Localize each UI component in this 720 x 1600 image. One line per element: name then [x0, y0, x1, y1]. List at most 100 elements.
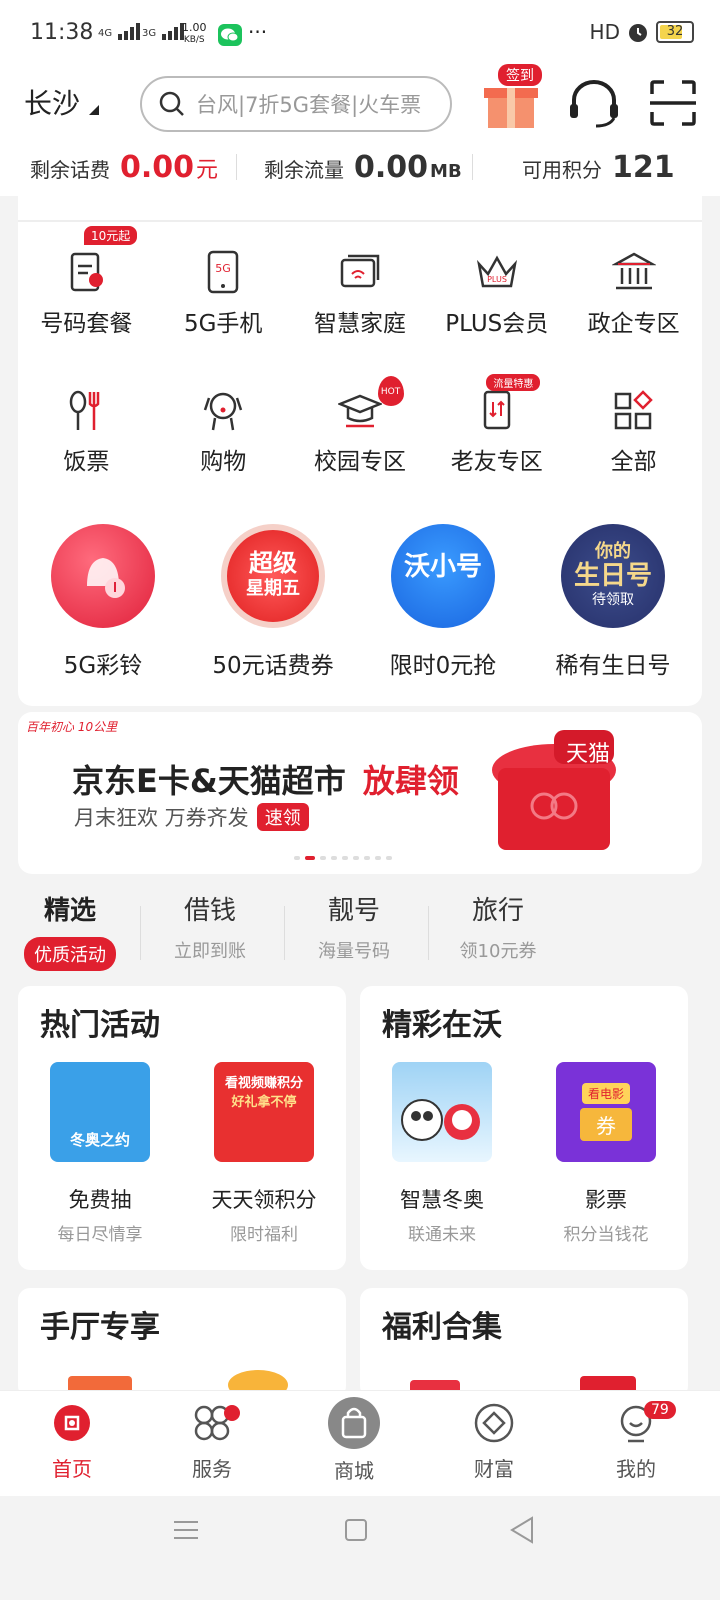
phone-5g-icon-text: 5G [215, 262, 231, 275]
tab-lucky-number[interactable]: 靓号 海量号码 [284, 890, 424, 963]
grid-item-campus[interactable]: HOT 校园专区 [292, 376, 429, 476]
promo-label: 限时0元抢 [389, 653, 497, 679]
wealth-diamond-icon [474, 1403, 514, 1443]
status-bar: 11:38 4G 3G 1.00 KB/S ··· HD 32 [0, 0, 720, 70]
sim-plan-icon [71, 252, 104, 292]
grid-item-label: 号码套餐 [40, 311, 133, 337]
service-grid-row-1: 10元起 号码套餐 5G 5G手机 智慧家庭 PLUS PLUS会员 政企专区 [18, 226, 702, 338]
grid-item-smart-home[interactable]: 智慧家庭 [292, 250, 429, 338]
image-caption: 看视频赚积分 [224, 1076, 303, 1091]
signin-gift-button[interactable]: 签到 [482, 64, 542, 130]
banner-subline: 月末狂欢 万券齐发 速领 [74, 802, 309, 832]
pagination-dot [320, 856, 326, 860]
promo-label: 5G彩铃 [63, 653, 143, 679]
panel-item-name: 智慧冬奥 [400, 1188, 484, 1212]
panel-welfare-collection: 福利合集 [360, 1288, 688, 1398]
grid-item-label: 政企专区 [587, 311, 680, 337]
back-triangle-icon[interactable] [508, 1516, 536, 1544]
grid-item-government[interactable]: 政企专区 [565, 250, 702, 338]
pagination-dot [331, 856, 337, 860]
signal-4g-icon: 4G [98, 22, 142, 42]
pagination-dot [375, 856, 381, 860]
panel-item-name: 影票 [585, 1188, 627, 1212]
grid-item-label: 智慧家庭 [313, 311, 406, 337]
balance-fee[interactable]: 剩余话费 0.00 元 [30, 150, 218, 185]
nav-label: 我的 [616, 1457, 656, 1481]
panel-item-desc: 每日尽情享 [57, 1225, 143, 1245]
grid-item-label: PLUS会员 [445, 311, 549, 337]
unicom-home-icon [54, 1405, 90, 1441]
balance-points[interactable]: 可用积分 121 [522, 150, 675, 185]
super-friday-badge: 超级 星期五 [221, 524, 325, 628]
panel-hot-activities: 热门活动 冬奥之约 免费抽 每日尽情享 看视频赚积分 好礼拿不停 天天领积分 限… [18, 986, 346, 1270]
grid-item-label: 5G手机 [183, 311, 263, 337]
service-grid-row-2: 饭票 购物 HOT 校园专区 流量特惠 老友专区 全部 [18, 374, 702, 476]
customer-service-icon[interactable] [566, 78, 622, 128]
birthday-number-badge: 你的 生日号 待领取 [561, 524, 665, 628]
panel-item-daily-points[interactable]: 看视频赚积分 好礼拿不停 天天领积分 限时福利 [182, 1062, 346, 1245]
divider [18, 220, 702, 222]
shopping-bag-icon [328, 1397, 380, 1449]
menu-icon[interactable] [172, 1516, 200, 1544]
panel-wonderful-wo: 精彩在沃 智慧冬奥 联通未来 看电影 券 影票 积分当钱花 [360, 986, 688, 1270]
movie-ticket-image: 看电影 券 [556, 1062, 656, 1162]
panel-item-smart-olympics[interactable]: 智慧冬奥 联通未来 [360, 1062, 524, 1245]
banner-headline: 京东E卡&天猫超市 放肆领 [72, 756, 459, 802]
city-selector[interactable]: 长沙 [24, 82, 99, 122]
grid-item-meal-ticket[interactable]: 饭票 [18, 388, 155, 476]
panel-item-free-draw[interactable]: 冬奥之约 免费抽 每日尽情享 [18, 1062, 182, 1245]
grid-item-5g-phone[interactable]: 5G 5G手机 [155, 250, 292, 338]
grid-item-number-plan[interactable]: 10元起 号码套餐 [18, 226, 155, 338]
grid-item-all[interactable]: 全部 [565, 388, 702, 476]
network-4g-label: 4G [98, 28, 113, 39]
tab-selected[interactable]: 精选 优质活动 [0, 890, 140, 971]
balance-data[interactable]: 剩余流量 0.00 MB [264, 150, 462, 185]
tab-travel[interactable]: 旅行 领10元券 [428, 890, 568, 963]
grid-tag: 流量特惠 [486, 374, 541, 391]
nav-mall[interactable]: 商城 [282, 1397, 426, 1484]
nav-mine[interactable]: 79 我的 [564, 1401, 708, 1482]
tab-title: 旅行 [471, 896, 524, 926]
hd-indicator: HD [589, 20, 620, 44]
promo-birthday-number[interactable]: 你的 生日号 待领取 稀有生日号 [528, 524, 698, 680]
panel-item-desc: 联通未来 [408, 1225, 476, 1245]
panel-item-movie-ticket[interactable]: 看电影 券 影票 积分当钱花 [524, 1062, 688, 1245]
nav-label: 服务 [192, 1457, 232, 1481]
signal-3g-icon: 3G [142, 22, 186, 42]
signin-badge: 签到 [498, 64, 542, 86]
grid-item-shopping[interactable]: 购物 [155, 388, 292, 476]
promo-free-number[interactable]: 沃小号 限时0元抢 [358, 524, 528, 680]
banner-claim-button[interactable]: 速领 [256, 803, 309, 831]
promo-5g-ringtone[interactable]: 5G彩铃 [18, 524, 188, 680]
crown-icon-text: PLUS [487, 275, 507, 284]
image-caption: 冬奥之约 [69, 1131, 130, 1149]
grid-item-old-friend[interactable]: 流量特惠 老友专区 [428, 374, 565, 476]
pagination-dot [353, 856, 359, 860]
all-apps-icon [614, 390, 653, 430]
panel-item-name: 免费抽 [68, 1188, 132, 1212]
nav-home[interactable]: 首页 [0, 1401, 144, 1482]
nav-service[interactable]: 服务 [140, 1401, 284, 1482]
scan-icon[interactable] [648, 78, 698, 128]
tab-borrow[interactable]: 借钱 立即到账 [140, 890, 280, 963]
phone-5g-icon: 5G [207, 250, 239, 294]
pagination-dot [364, 856, 370, 860]
bell-icon [51, 524, 155, 628]
crown-icon: PLUS [476, 255, 517, 288]
pagination-dot-active [305, 856, 315, 860]
promo-art-text: 生日号 [573, 561, 652, 591]
grid-item-label: 购物 [200, 449, 247, 475]
promo-label: 50元话费券 [212, 653, 334, 679]
promo-banner[interactable]: 百年初心 10公里 京东E卡&天猫超市 放肆领 月末狂欢 万券齐发 速领 天猫 [18, 712, 702, 874]
system-navigation-bar [0, 1496, 720, 1600]
tab-title: 精选 [43, 896, 96, 926]
grid-item-plus-member[interactable]: PLUS PLUS会员 [428, 250, 565, 338]
caret-down-icon [88, 105, 99, 115]
nav-wealth[interactable]: 财富 [422, 1401, 566, 1482]
home-square-icon[interactable] [342, 1516, 370, 1544]
battery-level: 32 [666, 24, 684, 39]
search-bar[interactable]: 台风|7折5G套餐|火车票 [140, 76, 452, 132]
wo-xiaohao-badge: 沃小号 [391, 524, 495, 628]
search-placeholder: 台风|7折5G套餐|火车票 [196, 93, 422, 117]
promo-fee-voucher[interactable]: 超级 星期五 50元话费券 [188, 524, 358, 680]
